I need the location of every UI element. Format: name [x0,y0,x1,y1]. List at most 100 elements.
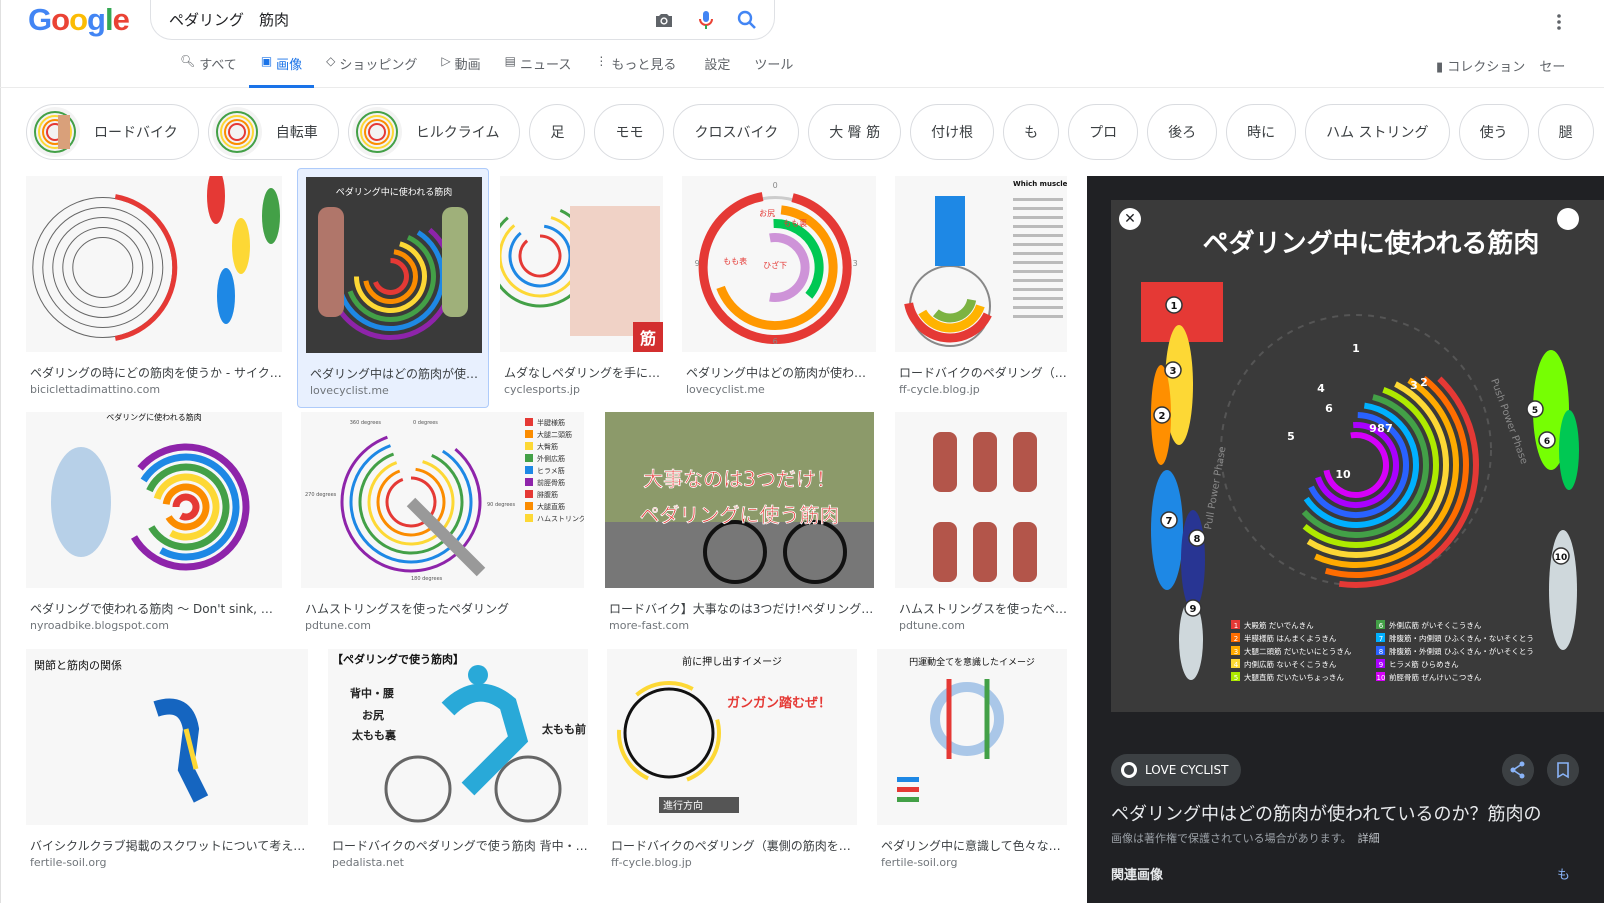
preview-title[interactable]: ペダリング中はどの筋肉が使われているのか？筋肉の [1111,800,1604,826]
next-image-button[interactable] [1557,208,1579,230]
tab-settings[interactable]: 設定 [692,54,742,88]
logo-letter: e [112,2,130,37]
close-button[interactable]: ✕ [1119,208,1141,230]
save-icon[interactable] [1547,754,1579,786]
result-title[interactable]: ペダリング中はどの筋肉が使わ… [686,364,876,381]
tab-shopping[interactable]: ◇ ショッピング [314,54,429,88]
result-title[interactable]: ロードバイクのペダリング（… [899,364,1067,381]
details-link[interactable]: 詳細 [1358,832,1380,845]
result-thumbnail[interactable]: 360 degrees 0 degrees 270 degrees 90 degree… [301,412,584,588]
related-chip[interactable]: も [1003,104,1060,160]
related-chip[interactable]: ハム ストリング [1305,104,1450,160]
tab-images[interactable]: ▣ 画像 [248,54,315,88]
result-thumbnail[interactable]: ペダリング中に使われる筋肉 [306,177,482,353]
result-title[interactable]: ロードバイクのペダリングで使う筋肉 背中・… [332,837,588,854]
image-result[interactable]: ペダリングに使われる筋肉ペダリングで使われる筋肉 〜 Don't sink, w… [26,412,282,636]
result-source: nyroadbike.blogspot.com [30,619,169,632]
camera-icon[interactable] [652,8,676,32]
arc-number: 3 [1410,379,1418,392]
result-title[interactable]: ロードバイク】大事なのは3つだけ!ペダリング… [609,600,874,617]
image-result[interactable]: 0 3 6 9 お尻 もも裏 もも表 ひざ下 ペダリング中はどの筋肉が使わ… lovecyclis… [682,176,876,400]
arc-number: 8 [1377,422,1385,435]
mic-icon[interactable] [694,8,718,32]
tab-all[interactable]: 🔍︎ すべて [168,54,249,88]
result-title[interactable]: バイシクルクラブ掲載のスクワットについて考え… [30,837,308,854]
thumb-legend-text: 腓腹筋 [537,490,558,499]
related-chip[interactable]: 使う [1458,104,1529,160]
related-chip[interactable]: クロスバイク [673,104,800,160]
more-related-link[interactable]: も [1557,864,1570,883]
result-thumbnail[interactable] [895,412,1067,588]
image-result[interactable]: 大事なのは3つだけ！ ペダリングに使う筋肉ロードバイク】大事なのは3つだけ!ペダリ… [605,412,874,636]
result-title[interactable]: ムダなしペダリングを手に… [504,364,663,381]
related-chip[interactable]: ヒルクライム [347,104,521,160]
related-chip[interactable]: 自転車 [207,104,339,160]
image-result[interactable]: 360 degrees 0 degrees 270 degrees 90 degree… [301,412,584,636]
thumb-label: 0 degrees [413,420,438,426]
result-thumbnail[interactable]: 円運動全てを意識したイメージ [877,649,1067,825]
thumb-overlay-text: 関節と筋肉の関係 [34,658,122,672]
image-result[interactable]: 前に押し出すイメージ ガンガン踏むぜ！ 進行方向ロードバイクのペダリング（裏側の筋肉… [607,649,857,873]
result-title[interactable]: ペダリングの時にどの筋肉を使うか - サイク… [30,364,282,381]
tab-videos[interactable]: ▷ 動画 [429,54,492,88]
source-chip[interactable]: LOVE CYCLIST [1111,754,1241,786]
result-title[interactable]: ハムストリングスを使ったペ… [899,600,1067,617]
image-result[interactable]: ハムストリングスを使ったペ… pdtune.com [895,412,1067,636]
result-thumbnail[interactable]: 前に押し出すイメージ ガンガン踏むぜ！ 進行方向 [607,649,857,825]
logo-letter: g [87,2,106,37]
thumb-legend-text: ハムストリングス [537,514,584,523]
thumb-legend-text: 大臀筋 [537,442,558,451]
result-title[interactable]: ペダリング中はどの筋肉が使… [310,365,482,382]
search-tabs: 🔍︎ すべて ▣ 画像 ◇ ショッピング ▷ 動画 ▤ ニュース ⋮ もっと見る 設定 ツー… [168,54,805,88]
related-chip[interactable]: 付け根 [910,104,995,160]
svg-text:3: 3 [1234,648,1238,656]
related-chip[interactable]: 大 臀 筋 [808,104,902,160]
thumb-label: 9 [695,259,700,268]
related-chip[interactable]: 後ろ [1147,104,1218,160]
muscle-shape [217,268,235,324]
phase-label: Pull Power Phase [1203,446,1228,531]
google-logo[interactable]: Google [28,2,130,38]
related-chip[interactable]: 足 [529,104,586,160]
result-title[interactable]: ペダリングで使われる筋肉 〜 Don't sink, wh… [30,600,282,617]
result-thumbnail[interactable]: 0 3 6 9 お尻 もも裏 もも表 ひざ下 [682,176,876,352]
apps-more-icon[interactable] [1554,12,1564,32]
related-chip[interactable]: モモ [594,104,665,160]
collection-link[interactable]: ▮ コレクション [1436,56,1525,75]
thumb-label: 360 degrees [350,420,382,426]
result-thumbnail[interactable]: Which muscles do the work [895,176,1067,352]
tab-news[interactable]: ▤ ニュース [493,54,584,88]
result-thumbnail[interactable]: 【ペダリングで使う筋肉】 背中・腰 お尻 太もも裏 太もも前 [328,649,588,825]
image-result[interactable]: 【ペダリングで使う筋肉】 背中・腰 お尻 太もも裏 太もも前ロードバイクのペダリングで使… [328,649,588,873]
search-icon[interactable] [735,8,759,32]
related-chip[interactable]: ロードバイク [26,104,199,160]
result-thumbnail[interactable]: 関節と筋肉の関係 [26,649,308,825]
chip-label: も [1024,125,1039,141]
result-title[interactable]: ハムストリングスを使ったペダリング [305,600,584,617]
image-result[interactable]: Which muscles do the work ロードバイクのペダリング（… f… [895,176,1067,400]
tab-more[interactable]: ⋮ もっと見る [583,54,688,88]
search-input[interactable] [169,6,649,32]
thumb-label: 90 degrees [487,502,515,508]
result-title[interactable]: ペダリング中に意識して色々な… [881,837,1067,854]
image-result[interactable]: 円運動全てを意識したイメージ ペダリング中に意識して色々な… fertile-soi… [877,649,1067,873]
share-icon[interactable] [1502,754,1534,786]
svg-text:5: 5 [1234,674,1238,682]
image-result[interactable]: ペダリング中に使われる筋肉 ペダリング中はどの筋肉が使… lovecyclist.m… [297,168,489,408]
result-thumbnail[interactable]: 大事なのは3つだけ！ ペダリングに使う筋肉 [605,412,874,588]
image-result[interactable]: 関節と筋肉の関係 バイシクルクラブ掲載のスクワットについて考え… fertile-s… [26,649,308,873]
safesearch-link[interactable]: セー [1539,56,1565,75]
arc-number: 6 [1325,402,1333,415]
image-result[interactable]: ペダリングの時にどの筋肉を使うか - サイク… biciclettadimatti… [26,176,282,400]
related-chip[interactable]: プロ [1068,104,1139,160]
result-source: cyclesports.jp [504,383,580,396]
related-chip[interactable]: 腿 [1537,104,1594,160]
result-thumbnail[interactable]: 筋 [500,176,663,352]
result-thumbnail[interactable] [26,176,282,352]
preview-image[interactable]: ペダリング中に使われる筋肉 Push Power Phase Pull Power … [1111,200,1604,712]
tab-tools[interactable]: ツール [742,54,805,88]
related-chip[interactable]: 時に [1226,104,1297,160]
result-thumbnail[interactable]: ペダリングに使われる筋肉 [26,412,282,588]
result-title[interactable]: ロードバイクのペダリング（裏側の筋肉を… [611,837,857,854]
image-result[interactable]: 筋ムダなしペダリングを手に… cyclesports.jp [500,176,663,400]
